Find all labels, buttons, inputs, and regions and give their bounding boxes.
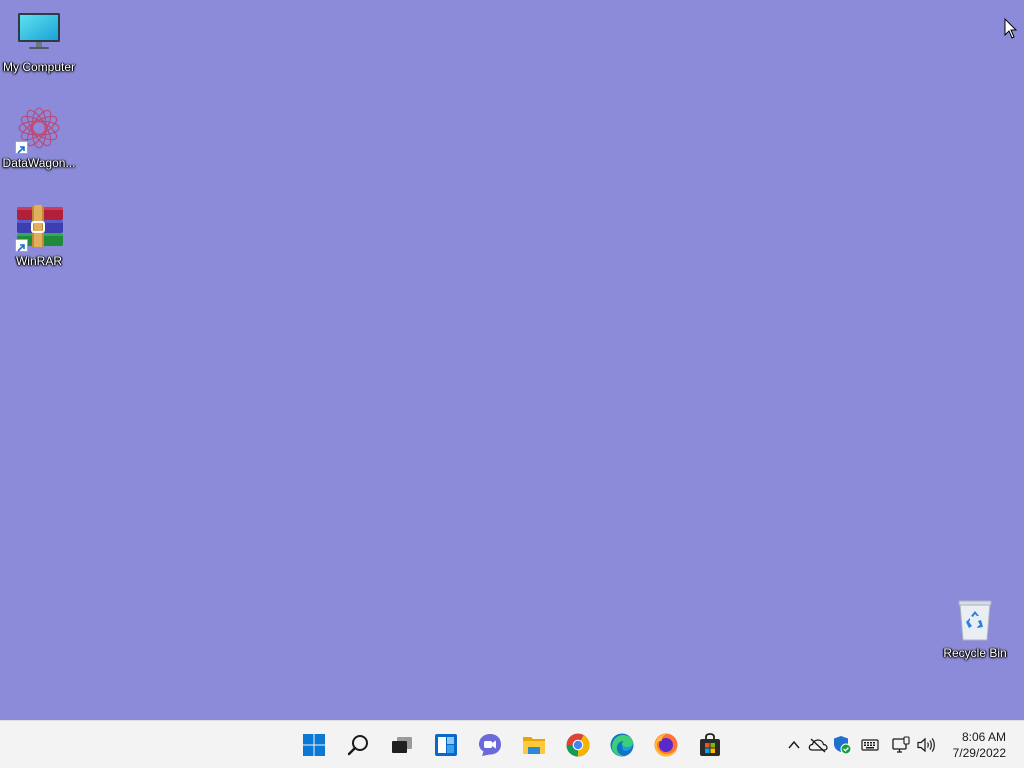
file-explorer-icon [523,737,545,754]
widgets-icon [435,734,457,756]
defender-icon [834,736,852,755]
recycle-bin-icon [951,596,999,644]
taskbar: 8:06 AM 7/29/2022 [0,720,1024,768]
start-button[interactable] [298,729,330,761]
desktop-icon-winrar[interactable]: WinRAR [0,204,78,268]
monitor-icon [15,10,63,58]
shortcut-arrow-icon [15,141,28,154]
firefox-icon [654,733,678,757]
desktop-icon-recycle-bin[interactable]: Recycle Bin [936,596,1014,660]
edge-button[interactable] [606,729,638,761]
search-button[interactable] [342,729,374,761]
network-icon [892,736,910,753]
datawagon-icon [15,106,63,154]
desktop[interactable]: My Computer DataWagon... WinRAR Recycle … [0,0,1024,720]
onedrive-button[interactable] [808,735,828,755]
taskbar-clock[interactable]: 8:06 AM 7/29/2022 [936,729,1006,761]
volume-icon [917,737,935,753]
onedrive-offline-icon [808,738,828,753]
clock-date: 7/29/2022 [952,746,1006,760]
firefox-button[interactable] [650,729,682,761]
winrar-icon [15,204,63,252]
mouse-pointer-icon [1004,17,1018,40]
store-icon [700,733,720,756]
desktop-icon-label: Recycle Bin [943,646,1007,660]
store-button[interactable] [694,729,726,761]
chrome-icon [566,733,590,757]
desktop-icon-label: DataWagon... [2,156,76,170]
show-hidden-icons-button[interactable] [784,735,804,755]
keyboard-icon [861,739,879,751]
widgets-button[interactable] [430,729,462,761]
defender-button[interactable] [832,735,852,755]
desktop-icon-my-computer[interactable]: My Computer [0,10,78,74]
clock-time: 8:06 AM [961,730,1006,744]
teams-chat-icon [479,734,501,756]
edge-icon [610,733,634,757]
desktop-icon-label: WinRAR [15,254,62,268]
search-icon [347,735,368,756]
file-explorer-button[interactable] [518,729,550,761]
touch-keyboard-button[interactable] [860,735,880,755]
task-view-button[interactable] [386,729,418,761]
task-view-icon [392,737,412,753]
volume-button[interactable] [916,735,936,755]
shortcut-arrow-icon [15,239,28,252]
windows-start-icon [303,734,325,756]
desktop-icon-label: My Computer [2,60,76,74]
chat-button[interactable] [474,729,506,761]
chrome-button[interactable] [562,729,594,761]
chevron-up-icon [788,740,800,749]
network-button[interactable] [891,735,911,755]
desktop-icon-datawagon[interactable]: DataWagon... [0,106,78,170]
